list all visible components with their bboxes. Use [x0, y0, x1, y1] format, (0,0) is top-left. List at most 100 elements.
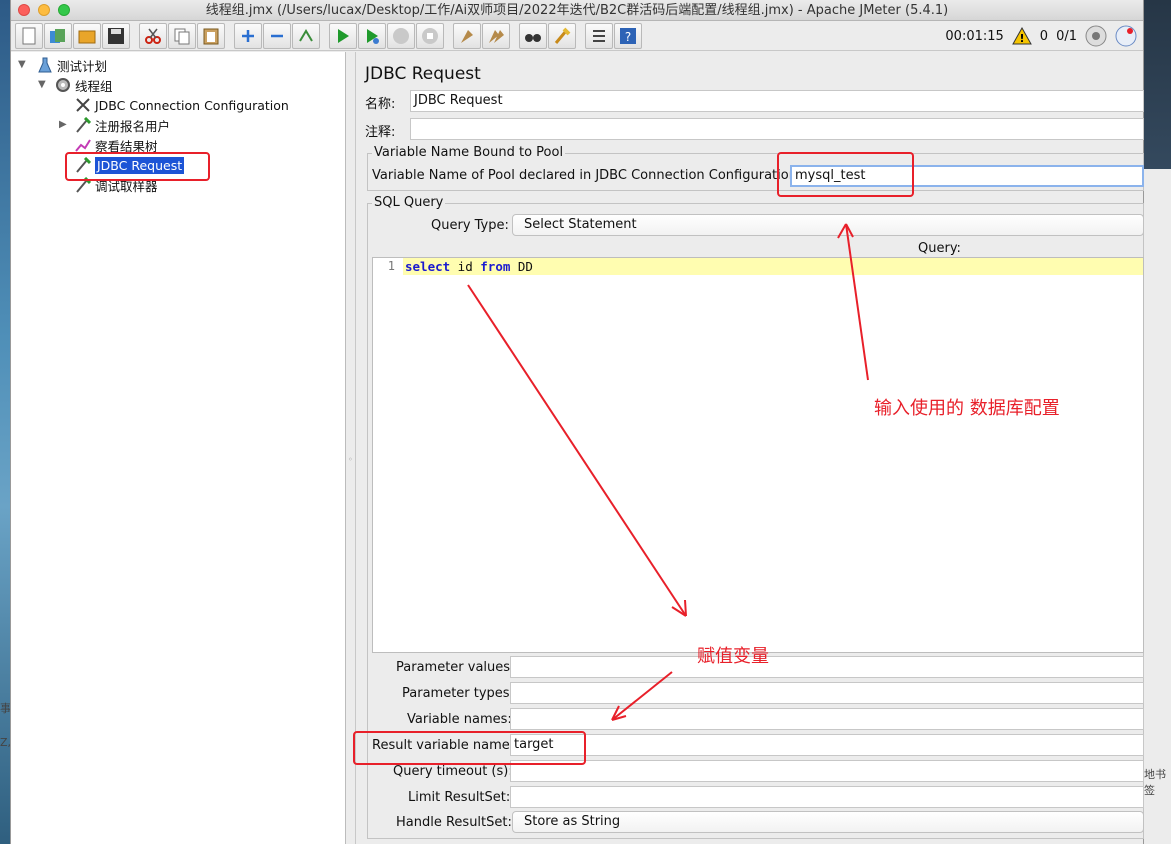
- tree-item-test-plan[interactable]: 测试计划: [37, 55, 107, 75]
- copy-button[interactable]: [168, 22, 196, 49]
- tree-item-label: 线程组: [75, 78, 113, 94]
- templates-icon: [50, 28, 65, 43]
- annotation-note-assign-variable: 赋值变量: [697, 646, 769, 667]
- query-type-select[interactable]: Select Statement: [512, 214, 1144, 236]
- param-values-label: Parameter values:: [396, 660, 515, 675]
- query-timeout-field[interactable]: [510, 760, 1144, 782]
- pool-legend: Variable Name Bound to Pool: [372, 145, 566, 160]
- limit-resultset-field[interactable]: [510, 786, 1144, 808]
- cut-button[interactable]: [139, 22, 167, 49]
- save-icon: [108, 27, 124, 44]
- stop-button[interactable]: [387, 22, 415, 49]
- tree-item-jdbc-connection-config[interactable]: JDBC Connection Configuration: [75, 95, 289, 115]
- test-plan-icon: [38, 57, 52, 73]
- tree-item-label: 注册报名用户: [95, 118, 171, 134]
- clear-all-button[interactable]: [482, 22, 510, 49]
- start-button[interactable]: [329, 22, 357, 49]
- search-icon: [525, 33, 541, 42]
- splitter-grip-icon[interactable]: ◦: [348, 455, 353, 464]
- comment-label: 注释:: [365, 125, 396, 140]
- paste-button[interactable]: [197, 22, 225, 49]
- result-variable-field[interactable]: target: [510, 734, 1144, 756]
- start-no-timers-icon: [367, 28, 379, 44]
- variable-names-field[interactable]: [510, 708, 1144, 730]
- remote-icon[interactable]: [1085, 25, 1107, 47]
- annotation-box-result-variable: [353, 731, 586, 765]
- start-no-timers-button[interactable]: [358, 22, 386, 49]
- copy-icon: [174, 28, 190, 44]
- elapsed-timer: 00:01:15: [945, 28, 1004, 44]
- save-button[interactable]: [102, 22, 130, 49]
- desktop-background-left: [0, 0, 10, 844]
- query-editor[interactable]: 1 select id from DD: [372, 257, 1144, 653]
- line-number: 1: [387, 259, 395, 273]
- param-types-label: Parameter types:: [402, 686, 514, 701]
- start-icon: [338, 28, 349, 43]
- comment-field[interactable]: [410, 118, 1144, 140]
- reset-search-button[interactable]: [548, 22, 576, 49]
- minimize-window-button[interactable]: [38, 4, 50, 16]
- desktop-background-right: [1144, 0, 1171, 844]
- stop-icon: [393, 27, 409, 44]
- tree-item-label: 测试计划: [57, 58, 108, 74]
- limit-resultset-label: Limit ResultSet:: [408, 790, 511, 805]
- close-window-button[interactable]: [18, 4, 30, 16]
- pane-splitter[interactable]: ◦: [346, 52, 356, 844]
- handle-resultset-select[interactable]: Store as String: [512, 811, 1144, 833]
- reset-search-icon: [554, 27, 571, 44]
- query-timeout-label: Query timeout (s):: [393, 764, 513, 779]
- sql-keyword: select: [405, 259, 451, 274]
- maximize-window-button[interactable]: [58, 4, 70, 16]
- clear-button[interactable]: [453, 22, 481, 49]
- svg-text:!: !: [1019, 32, 1024, 45]
- sampler-icon: [76, 117, 91, 133]
- function-helper-icon: [593, 29, 605, 42]
- tree-item-thread-group[interactable]: 线程组: [55, 75, 113, 95]
- search-button[interactable]: [519, 22, 547, 49]
- templates-button[interactable]: [44, 22, 72, 49]
- sql-text: DD: [510, 259, 533, 274]
- new-button[interactable]: [15, 22, 43, 49]
- variable-names-label: Variable names:: [407, 712, 512, 727]
- collapse-toggle-icon[interactable]: ▶: [59, 119, 67, 130]
- thread-count: 0/1: [1056, 28, 1077, 44]
- handle-resultset-label: Handle ResultSet:: [396, 815, 512, 830]
- svg-text:?: ?: [625, 30, 631, 44]
- editor-gutter: 1: [373, 258, 401, 652]
- sql-text: id: [450, 259, 481, 274]
- title-bar: 线程组.jmx (/Users/lucax/Desktop/工作/Ai双师项目/…: [11, 0, 1143, 21]
- sql-query-legend: SQL Query: [372, 195, 446, 210]
- status-area: 00:01:15 ! 0 0/1: [945, 23, 1137, 49]
- warning-icon[interactable]: !: [1011, 27, 1032, 45]
- param-values-field[interactable]: [510, 656, 1144, 678]
- panel-title: JDBC Request: [365, 64, 481, 84]
- help-button[interactable]: ?: [614, 22, 642, 49]
- param-types-field[interactable]: [510, 682, 1144, 704]
- name-field[interactable]: JDBC Request: [410, 90, 1144, 112]
- shutdown-button[interactable]: [416, 22, 444, 49]
- function-helper-button[interactable]: [585, 22, 613, 49]
- code-line[interactable]: select id from DD: [403, 258, 1143, 275]
- warning-count: 0: [1039, 28, 1049, 44]
- paste-icon: [203, 28, 219, 44]
- expand-all-button[interactable]: [234, 22, 262, 49]
- open-button[interactable]: [73, 22, 101, 49]
- window-title: 线程组.jmx (/Users/lucax/Desktop/工作/Ai双师项目/…: [205, 3, 949, 18]
- tree-item-register-user[interactable]: 注册报名用户: [75, 115, 170, 135]
- query-label: Query:: [918, 241, 961, 256]
- clear-icon: [461, 29, 473, 43]
- name-label: 名称:: [365, 97, 396, 112]
- collapse-all-button[interactable]: [263, 22, 291, 49]
- shutdown-icon: [422, 27, 438, 44]
- toggle-icon: [299, 28, 313, 42]
- listener-icon: [75, 139, 91, 152]
- query-type-label: Query Type:: [431, 218, 509, 233]
- annotation-box-pool-name: [777, 152, 914, 197]
- log-viewer-icon[interactable]: [1115, 25, 1137, 47]
- window-controls: [18, 4, 70, 16]
- expand-toggle-icon[interactable]: ▼: [38, 79, 46, 90]
- toggle-button[interactable]: [292, 22, 320, 49]
- expand-toggle-icon[interactable]: ▼: [18, 59, 26, 70]
- desktop-fragment: 地书签: [1144, 768, 1166, 797]
- help-icon: ?: [620, 27, 636, 44]
